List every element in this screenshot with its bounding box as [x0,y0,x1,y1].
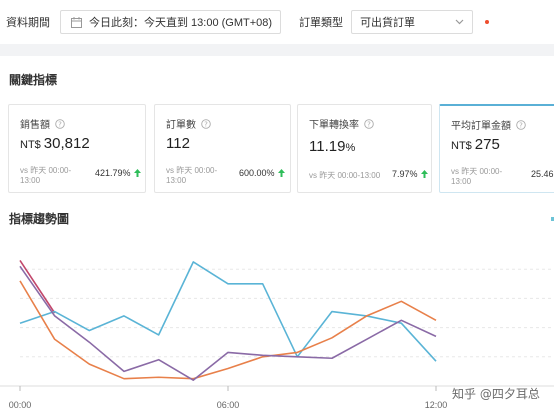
svg-text:?: ? [204,120,208,128]
metric-change: 421.79% [95,168,131,178]
trend-line-chart: 00:00 06:00 12:00 知乎 @四夕耳总 [0,259,554,410]
key-metrics-title: 關鍵指標 [9,73,58,87]
x-tick-label: 06:00 [217,400,240,410]
calendar-icon [71,16,82,28]
metric-card-avg-order[interactable]: 平均訂單金額 ? NT$ 275 vs 昨天 00:00-13:00 25.46 [439,104,554,193]
date-range-picker[interactable]: 今日此刻：今天直到 13:00 (GMT+08) [60,10,282,34]
metric-compare: vs 昨天 00:00-13:00 [20,166,72,185]
metric-value: 275 [474,136,500,153]
metric-card-conversion[interactable]: 下單轉換率 ? 11.19% vs 昨天 00:00-13:00 7.97% [297,104,432,193]
order-type-label: 訂單類型 [299,17,344,29]
metric-value: 11.19 [309,138,346,155]
series-line-2 [19,280,437,380]
filter-bar: 資料期間 今日此刻：今天直到 13:00 (GMT+08) 訂單類型 可出貨訂單 [0,0,554,44]
arrow-up-icon [133,169,141,177]
series-line-4 [19,259,56,314]
metric-card-orders[interactable]: 訂單數 ? 112 vs 昨天 00:00-13:00 600.00% [154,104,291,193]
chart-series [19,259,437,381]
chevron-down-icon [455,19,464,25]
metric-change: 600.00% [239,168,275,178]
help-icon[interactable]: ? [364,118,374,129]
metric-label: 平均訂單金額 [451,121,511,132]
help-icon[interactable]: ? [55,118,65,129]
metric-compare: vs 昨天 00:00-13:00 [451,167,503,186]
alert-dot [485,20,490,24]
metric-change: 25.46 [531,169,554,179]
order-type-value: 可出貨訂單 [360,17,416,29]
help-icon[interactable]: ? [201,118,211,129]
arrow-up-icon [277,169,285,177]
metric-card-sales[interactable]: 銷售額 ? NT$ 30,812 vs 昨天 00:00-13:00 421.79… [8,104,146,193]
metric-unit: % [345,142,356,154]
metric-change: 7.97% [392,169,418,179]
metric-value: 112 [166,135,190,152]
svg-text:?: ? [519,121,523,129]
metric-label: 下單轉換率 [309,120,359,131]
svg-text:?: ? [367,120,371,128]
order-type-select[interactable]: 可出貨訂單 [351,10,474,34]
x-tick-label: 12:00 [425,400,448,410]
metric-label: 訂單數 [166,120,196,131]
metric-compare: vs 昨天 00:00-13:00 [166,166,218,185]
svg-text:?: ? [58,120,62,128]
help-icon[interactable]: ? [516,119,526,130]
period-label: 資料期間 [6,17,50,29]
metric-currency: NT$ [451,140,472,152]
arrow-up-icon [420,170,428,178]
date-range-text: 今日此刻：今天直到 13:00 (GMT+08) [89,17,273,29]
series-line-1 [19,261,437,362]
x-tick-label: 00:00 [9,400,32,410]
metric-currency: NT$ [20,139,41,151]
metric-value: 30,812 [43,135,90,152]
metric-label: 銷售額 [20,120,50,131]
chart-x-ticks: 00:00 06:00 12:00 [9,386,448,410]
watermark-text: 知乎 @四夕耳总 [452,387,540,401]
